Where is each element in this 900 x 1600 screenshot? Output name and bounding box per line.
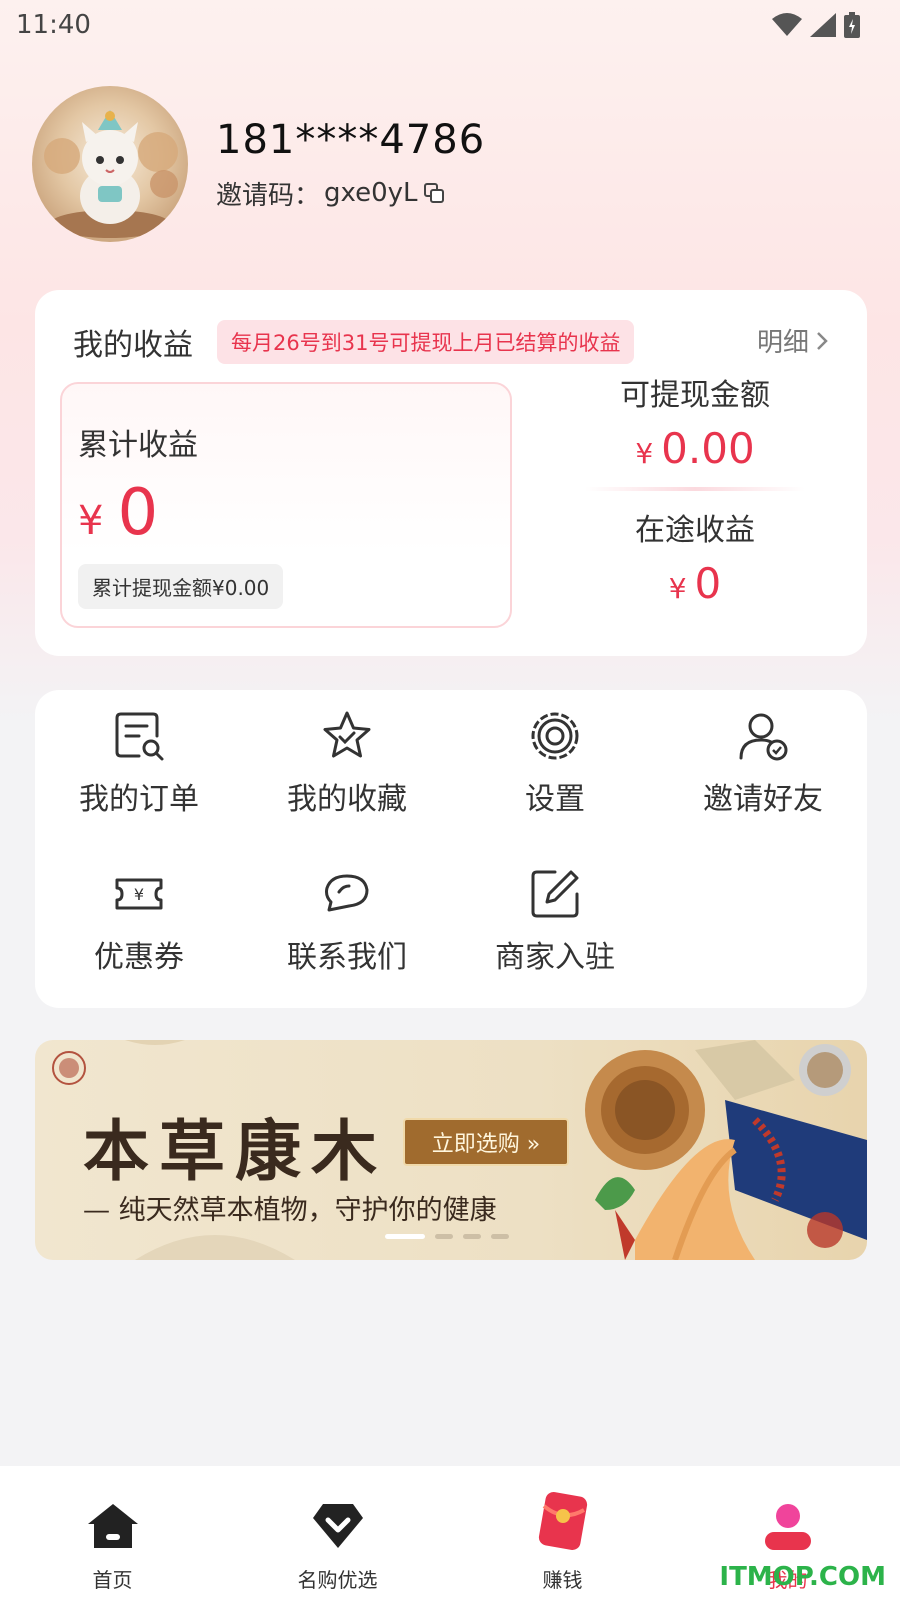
carousel-dot (435, 1234, 453, 1239)
status-bar: 11:40 (0, 0, 900, 50)
carousel-dot-active (385, 1234, 425, 1239)
invite-code-row: 邀请码： gxe0yL (216, 175, 485, 212)
earnings-card: 我的收益 每月26号到31号可提现上月已结算的收益 明细 累计收益 ¥ 0 累计… (35, 290, 867, 656)
banner-subtitle: — 纯天然草本植物，守护你的健康 (83, 1195, 497, 1226)
chevron-right-icon (817, 331, 828, 350)
total-earnings-label: 累计收益 (78, 428, 198, 463)
menu-item-invite-friends[interactable]: 邀请好友 (659, 708, 867, 818)
promo-banner[interactable]: 本草康木 立即选购 » — 纯天然草本植物，守护你的健康 (35, 1040, 867, 1260)
withdrawable-value: ¥0.00 (555, 424, 835, 473)
coupon-icon: ¥ (115, 878, 163, 910)
menu-item-contact-us[interactable]: 联系我们 (243, 866, 451, 976)
tab-label: 名购优选 (297, 1568, 378, 1592)
earnings-detail-link[interactable]: 明细 (757, 322, 829, 359)
currency-symbol: ¥ (78, 498, 104, 544)
pending-earnings-label: 在途收益 (635, 513, 755, 548)
total-earnings-box: 累计收益 ¥ 0 累计提现金额¥0.00 (60, 382, 512, 628)
earnings-title: 我的收益 (73, 328, 193, 363)
chat-icon (325, 874, 369, 912)
user-phone: 181****4786 (216, 116, 486, 163)
divider (585, 487, 805, 491)
menu-item-my-favorites[interactable]: 我的收藏 (243, 708, 451, 818)
menu-label: 设置 (525, 782, 585, 817)
menu-label: 邀请好友 (703, 782, 823, 817)
menu-item-my-orders[interactable]: 我的订单 (35, 708, 243, 818)
detail-label: 明细 (756, 328, 809, 358)
profile-icon (764, 1504, 811, 1550)
signal-icon (810, 13, 836, 37)
withdraw-notice: 每月26号到31号可提现上月已结算的收益 (217, 320, 635, 364)
tab-label: 首页 (92, 1568, 133, 1592)
star-icon (323, 711, 371, 758)
carousel-dot (463, 1234, 481, 1239)
total-withdrawn-tag: 累计提现金额¥0.00 (78, 564, 284, 609)
status-icons (772, 12, 860, 38)
profile-header: 181****4786 邀请码： gxe0yL (32, 86, 485, 242)
gear-icon (531, 712, 579, 760)
carousel-dot (491, 1234, 509, 1239)
svg-text:¥: ¥ (134, 885, 144, 904)
menu-label: 商家入驻 (495, 940, 615, 975)
total-earnings-value: ¥ 0 (78, 476, 158, 550)
tab-earn[interactable]: 赚钱 (450, 1466, 675, 1600)
withdrawable-amount: 0.00 (661, 424, 755, 473)
red-envelope-icon (538, 1492, 587, 1550)
order-search-icon (115, 712, 164, 761)
avatar[interactable] (32, 86, 188, 242)
watermark: ITMOP.COM (719, 1562, 886, 1592)
avatar-image (44, 110, 178, 238)
invite-code-value: gxe0yL (324, 178, 418, 208)
diamond-heart-icon (312, 1504, 363, 1548)
currency-symbol: ¥ (635, 437, 654, 470)
invite-code-label: 邀请码： (216, 180, 321, 211)
user-check-icon (739, 713, 788, 761)
edit-icon (531, 870, 579, 918)
tab-featured[interactable]: 名购优选 (225, 1466, 450, 1600)
menu-item-coupons[interactable]: ¥ 优惠券 (35, 866, 243, 976)
menu-item-settings[interactable]: 设置 (451, 708, 659, 818)
menu-item-merchant-join[interactable]: 商家入驻 (451, 866, 659, 976)
menu-label: 我的订单 (79, 782, 199, 817)
copy-icon[interactable] (422, 181, 446, 205)
earnings-right-column: 可提现金额 ¥0.00 在途收益 ¥0 (555, 370, 835, 608)
pending-earnings-amount: 0 (694, 559, 722, 608)
banner-shop-now-button[interactable]: 立即选购 » (403, 1118, 569, 1166)
banner-title: 本草康木 (83, 1112, 387, 1190)
tab-home[interactable]: 首页 (0, 1466, 225, 1600)
status-time: 11:40 (16, 10, 91, 40)
function-menu-card: 我的订单 我的收藏 设置 邀请好友 ¥ 优惠券 联系我们 商家入驻 (35, 690, 867, 1008)
menu-label: 我的收藏 (287, 782, 407, 817)
currency-symbol: ¥ (668, 572, 687, 605)
total-earnings-amount: 0 (117, 476, 159, 550)
menu-label: 优惠券 (94, 940, 184, 975)
pending-earnings-value: ¥0 (555, 559, 835, 608)
carousel-indicator (385, 1234, 509, 1239)
withdrawable-label: 可提现金额 (620, 378, 770, 413)
menu-label: 联系我们 (287, 940, 407, 975)
home-icon (87, 1504, 138, 1548)
tab-label: 赚钱 (542, 1568, 583, 1592)
wifi-icon (772, 13, 802, 36)
battery-icon (844, 12, 860, 38)
